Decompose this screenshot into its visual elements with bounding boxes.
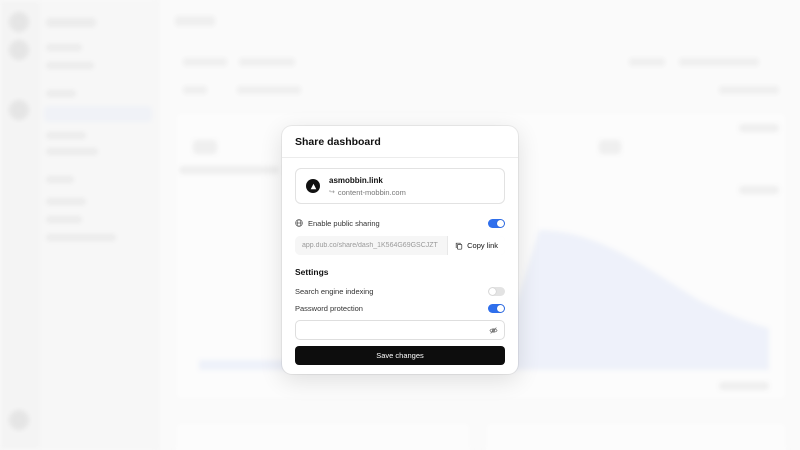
copy-icon xyxy=(455,242,463,250)
password-protection-row: Password protection xyxy=(295,302,505,314)
eye-off-icon[interactable] xyxy=(489,326,498,335)
copy-link-label: Copy link xyxy=(467,241,498,250)
modal-title: Share dashboard xyxy=(295,136,381,148)
search-engine-indexing-row: Search engine indexing xyxy=(295,285,505,297)
settings-heading: Settings xyxy=(295,267,329,277)
public-sharing-label: Enable public sharing xyxy=(308,218,380,228)
share-dashboard-modal: Share dashboard asmobbin.link ↪ content-… xyxy=(282,126,518,374)
domain-target-text: content-mobbin.com xyxy=(337,187,406,197)
search-engine-indexing-toggle[interactable] xyxy=(488,286,505,296)
domain-card: asmobbin.link ↪ content-mobbin.com xyxy=(295,168,505,204)
modal-header: Share dashboard xyxy=(282,126,518,158)
public-sharing-toggle[interactable] xyxy=(488,218,505,228)
share-link-url[interactable]: app.dub.co/share/dash_1K564G69GSCJZT xyxy=(295,242,447,249)
globe-icon xyxy=(295,219,303,227)
password-protection-toggle[interactable] xyxy=(488,303,505,313)
password-input[interactable] xyxy=(295,320,505,340)
domain-name: asmobbin.link xyxy=(329,175,383,185)
save-changes-button[interactable]: Save changes xyxy=(295,346,505,365)
arrow-icon: ↪ xyxy=(329,189,335,196)
password-protection-label: Password protection xyxy=(295,303,363,313)
public-sharing-row: Enable public sharing xyxy=(295,217,505,229)
domain-target: ↪ content-mobbin.com xyxy=(329,188,406,197)
logo-icon xyxy=(306,179,320,193)
modal-body: asmobbin.link ↪ content-mobbin.com Enabl… xyxy=(282,158,518,365)
copy-link-button[interactable]: Copy link xyxy=(447,236,505,255)
search-engine-indexing-label: Search engine indexing xyxy=(295,286,374,296)
share-link-field: app.dub.co/share/dash_1K564G69GSCJZT Cop… xyxy=(295,236,505,255)
